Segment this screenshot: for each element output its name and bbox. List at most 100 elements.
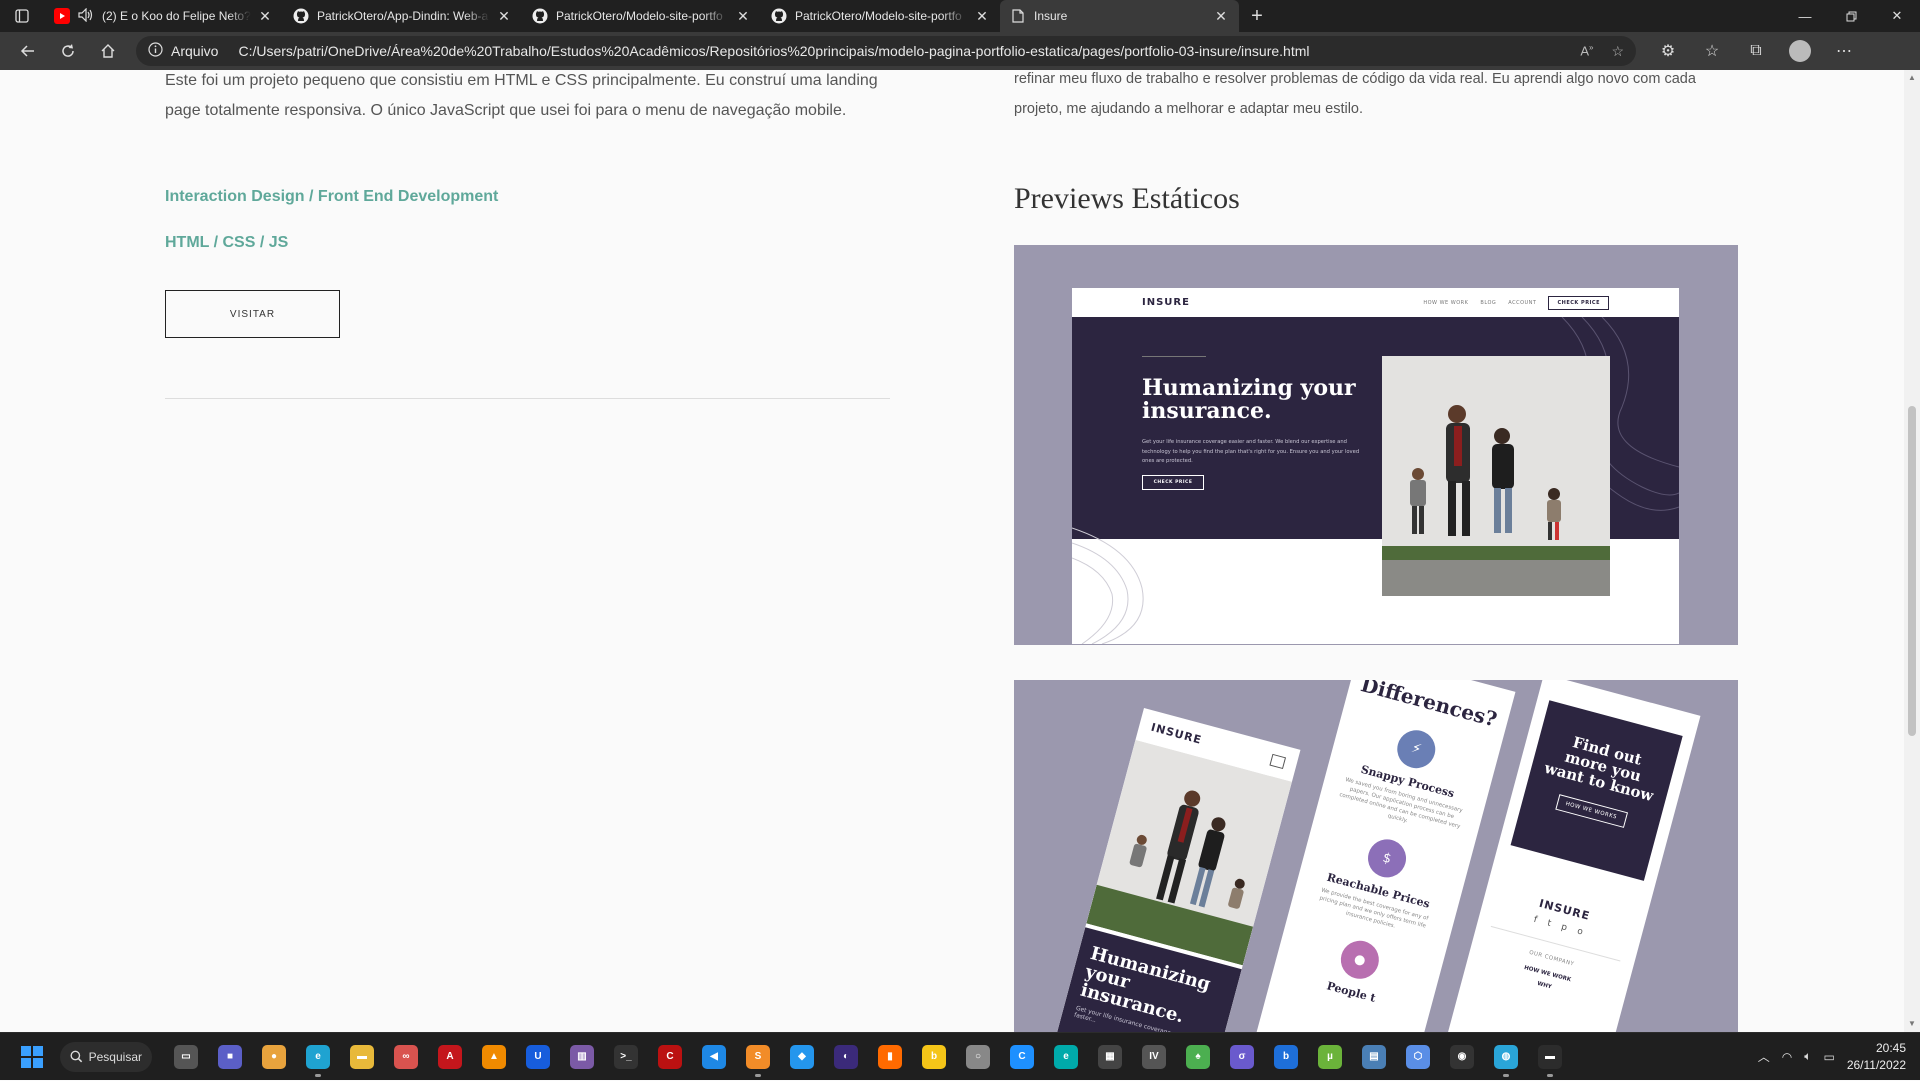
close-tab-icon[interactable]: ✕ xyxy=(257,8,273,25)
tab-youtube[interactable]: (2) E o Koo do Felipe Neto? ✕ xyxy=(44,0,283,32)
taskbar-app-app-yellow[interactable]: b xyxy=(912,1033,956,1081)
workflow-text: refinar meu fluxo de trabalho e resolver… xyxy=(1014,71,1696,117)
taskbar-app-edge[interactable]: e xyxy=(296,1033,340,1081)
taskbar-app-vlc[interactable]: ▲ xyxy=(472,1033,516,1081)
clock-time: 20:45 xyxy=(1875,1040,1906,1055)
chevron-up-icon[interactable]: ︿ xyxy=(1758,1048,1770,1065)
home-icon[interactable] xyxy=(88,32,128,70)
favorites-icon[interactable]: ☆ xyxy=(1690,32,1734,70)
pinned-apps: ▭ ■ ● e ▬ ∞ A ▲ U ▥ >_ C ◀ S ◆ ◐ ▮ b ○ Ce ▦ IV ♠ σ b µ ▤ ⬡ ◉ ◍ ▬ xyxy=(164,1033,1572,1081)
back-arrow-icon[interactable] xyxy=(8,32,48,70)
youtube-icon xyxy=(54,8,70,24)
project-role: Interaction Design / Front End Developme… xyxy=(165,188,499,205)
collections-icon[interactable]: ⧉ xyxy=(1734,32,1778,70)
taskbar-app-app-chart[interactable]: ▤ xyxy=(1352,1033,1396,1081)
taskbar-app-app-bars[interactable]: ▮ xyxy=(868,1033,912,1081)
reload-icon[interactable] xyxy=(48,32,88,70)
mobile-preview-image[interactable]: INSURE Humanizing your insurance. Get yo… xyxy=(1014,680,1738,1032)
mockup-nav: INSURE HOW WE WORK BLOG ACCOUNT CHECK PR… xyxy=(1072,288,1679,317)
more-menu-icon[interactable]: ⋯ xyxy=(1822,32,1866,70)
volume-icon[interactable]: 🔈︎ xyxy=(1804,1049,1811,1064)
taskbar-app-app-arc[interactable]: e xyxy=(1044,1033,1088,1081)
taskbar-app-file-explorer[interactable]: ▬ xyxy=(340,1033,384,1081)
taskbar-app-utorrent[interactable]: µ xyxy=(1308,1033,1352,1081)
taskbar-app-task-view[interactable]: ▭ xyxy=(164,1033,208,1081)
tab-actions-icon[interactable] xyxy=(0,0,44,32)
project-stack: HTML / CSS / JS xyxy=(165,234,289,251)
taskbar-app-bitwarden[interactable]: U xyxy=(516,1033,560,1081)
previews-title: Previews Estáticos xyxy=(1014,182,1240,215)
search-icon xyxy=(70,1050,83,1063)
taskbar-app-app-cube[interactable]: ⬡ xyxy=(1396,1033,1440,1081)
taskbar-app-teams[interactable]: ■ xyxy=(208,1033,252,1081)
taskbar-app-chrome[interactable]: ● xyxy=(252,1033,296,1081)
tab-github-modelo-2[interactable]: PatrickOtero/Modelo-site-portfo ✕ xyxy=(761,0,1000,32)
taskbar-app-app-blue[interactable]: C xyxy=(1000,1033,1044,1081)
taskbar-app-sublime[interactable]: S xyxy=(736,1033,780,1081)
tab-github-modelo-1[interactable]: PatrickOtero/Modelo-site-portfo ✕ xyxy=(522,0,761,32)
taskbar-app-acrobat[interactable]: A xyxy=(428,1033,472,1081)
taskbar-app-app-dark[interactable]: ◉ xyxy=(1440,1033,1484,1081)
mockup-headline: Humanizing your insurance. xyxy=(1142,377,1372,423)
taskbar-app-app-globe[interactable]: ◍ xyxy=(1484,1033,1528,1081)
file-explorer-icon: ▬ xyxy=(350,1044,374,1069)
taskbar-app-search-app[interactable]: ○ xyxy=(956,1033,1000,1081)
mockup-button: CHECK PRICE xyxy=(1142,475,1204,490)
mockup-nav-link: BLOG xyxy=(1480,299,1497,306)
terminal-icon: >_ xyxy=(614,1044,638,1069)
close-tab-icon[interactable]: ✕ xyxy=(735,8,751,25)
taskbar-app-app-purple[interactable]: σ xyxy=(1220,1033,1264,1081)
favorite-star-icon[interactable]: ☆ xyxy=(1611,43,1624,60)
taskbar-search[interactable]: Pesquisar xyxy=(60,1041,152,1072)
new-tab-icon[interactable]: + xyxy=(1239,0,1275,32)
minimize-icon[interactable]: — xyxy=(1782,0,1828,32)
windows-start-icon[interactable] xyxy=(8,1033,56,1081)
taskbar-app-app-console[interactable]: ▬ xyxy=(1528,1033,1572,1081)
wifi-icon[interactable]: ◠ xyxy=(1782,1050,1792,1064)
taskbar-app-terminal[interactable]: >_ xyxy=(604,1033,648,1081)
taskbar-app-winrar[interactable]: ▥ xyxy=(560,1033,604,1081)
github-icon xyxy=(532,8,548,24)
mobile-mockup-home: INSURE Humanizing your insurance. Get yo… xyxy=(1056,708,1301,1032)
taskbar-app-eclipse[interactable]: ◐ xyxy=(824,1033,868,1081)
scroll-up-icon[interactable]: ▲ xyxy=(1904,70,1920,86)
mockup-logo: INSURE xyxy=(1149,720,1204,747)
info-icon[interactable] xyxy=(148,42,163,60)
teams-icon: ■ xyxy=(218,1044,242,1069)
desktop-preview-image[interactable]: INSURE HOW WE WORK BLOG ACCOUNT CHECK PR… xyxy=(1014,245,1738,645)
taskbar-app-docker[interactable]: ◆ xyxy=(780,1033,824,1081)
tab-github-app-dindin[interactable]: PatrickOtero/App-Dindin: Web-a ✕ xyxy=(283,0,522,32)
windows-taskbar: Pesquisar ▭ ■ ● e ▬ ∞ A ▲ U ▥ >_ C ◀ S ◆ ◐ ▮ b ○ Ce ▦ IV ♠ σ b µ ▤… xyxy=(0,1032,1920,1080)
close-window-icon[interactable]: ✕ xyxy=(1874,0,1920,32)
tab-title: (2) E o Koo do Felipe Neto? xyxy=(102,9,251,23)
close-tab-icon[interactable]: ✕ xyxy=(496,8,512,25)
profile-avatar-icon[interactable] xyxy=(1778,32,1822,70)
close-tab-icon[interactable]: ✕ xyxy=(974,8,990,25)
taskbar-app-app-iv[interactable]: IV xyxy=(1132,1033,1176,1081)
extensions-icon[interactable]: ⚙ xyxy=(1646,32,1690,70)
app-yellow-icon: b xyxy=(922,1044,946,1069)
taskbar-app-vscode[interactable]: ◀ xyxy=(692,1033,736,1081)
address-bar[interactable]: Arquivo C:/Users/patri/OneDrive/Área%20d… xyxy=(136,36,1636,66)
battery-icon[interactable]: ▭ xyxy=(1823,1050,1834,1064)
taskbar-app-app-hash[interactable]: ▦ xyxy=(1088,1033,1132,1081)
read-aloud-icon[interactable]: A» xyxy=(1580,43,1593,60)
tab-title: PatrickOtero/Modelo-site-portfo xyxy=(795,9,962,23)
scrollbar-thumb[interactable] xyxy=(1908,406,1916,736)
scroll-down-icon[interactable]: ▼ xyxy=(1904,1016,1920,1032)
taskbar-app-app-red[interactable]: ∞ xyxy=(384,1033,428,1081)
dev-cpp-icon: C xyxy=(658,1044,682,1069)
close-tab-icon[interactable]: ✕ xyxy=(1213,8,1229,25)
visit-button[interactable]: VISITAR xyxy=(165,290,340,338)
edge-icon: e xyxy=(306,1044,330,1069)
taskbar-app-app-leaf[interactable]: ♠ xyxy=(1176,1033,1220,1081)
page-scrollbar[interactable]: ▲ ▼ xyxy=(1904,70,1920,1032)
restore-icon[interactable] xyxy=(1828,0,1874,32)
mockup-nav-link: ACCOUNT xyxy=(1508,299,1537,306)
clock[interactable]: 20:45 26/11/2022 xyxy=(1847,1040,1906,1074)
tab-insure[interactable]: Insure ✕ xyxy=(1000,0,1239,32)
speaker-icon[interactable] xyxy=(78,7,94,25)
url-text[interactable]: C:/Users/patri/OneDrive/Área%20de%20Trab… xyxy=(238,43,1580,59)
taskbar-app-app-blue2[interactable]: b xyxy=(1264,1033,1308,1081)
taskbar-app-dev-cpp[interactable]: C xyxy=(648,1033,692,1081)
